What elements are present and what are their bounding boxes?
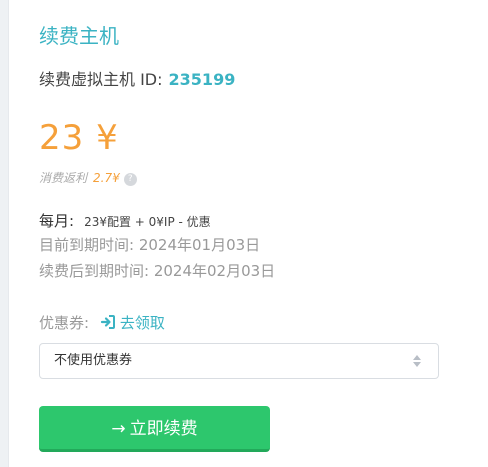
arrow-right-icon: →: [111, 419, 126, 439]
monthly-line: 每月: 23¥配置 + 0¥IP - 优惠: [39, 210, 211, 231]
renew-panel: 续费主机 续费虚拟主机 ID: 235199 23 ¥ 消费返利 2.7¥? 每月:…: [8, 0, 488, 467]
coupon-select[interactable]: 不使用优惠券: [39, 343, 439, 379]
renew-now-button[interactable]: → 立即续费: [39, 406, 270, 452]
renewed-expiry: 续费后到期时间: 2024年02月03日: [39, 262, 276, 280]
rebate-line: 消费返利 2.7¥?: [39, 169, 137, 186]
coupon-label: 优惠券:: [39, 314, 90, 332]
host-id-value: 235199: [168, 70, 236, 89]
renew-now-label: 立即续费: [129, 419, 198, 439]
rebate-label: 消费返利: [39, 171, 88, 185]
claim-coupon-link[interactable]: 去领取: [100, 314, 165, 332]
monthly-label: 每月:: [39, 212, 75, 230]
current-expiry: 目前到期时间: 2024年01月03日: [39, 236, 261, 254]
coupon-select-value: 不使用优惠券: [54, 353, 133, 368]
claim-coupon-label: 去领取: [119, 314, 165, 332]
sort-icon: [413, 355, 421, 367]
host-id-label: 续费虚拟主机 ID:: [39, 70, 163, 89]
monthly-detail: 23¥配置 + 0¥IP - 优惠: [84, 215, 211, 229]
price: 23 ¥: [39, 118, 119, 158]
page-title: 续费主机: [39, 24, 119, 48]
coupon-row: 优惠券: 去领取: [39, 312, 165, 333]
help-icon[interactable]: ?: [123, 173, 137, 186]
rebate-amount: 2.7¥: [93, 171, 120, 185]
host-id-line: 续费虚拟主机 ID: 235199: [39, 66, 235, 90]
login-icon: [100, 315, 115, 329]
